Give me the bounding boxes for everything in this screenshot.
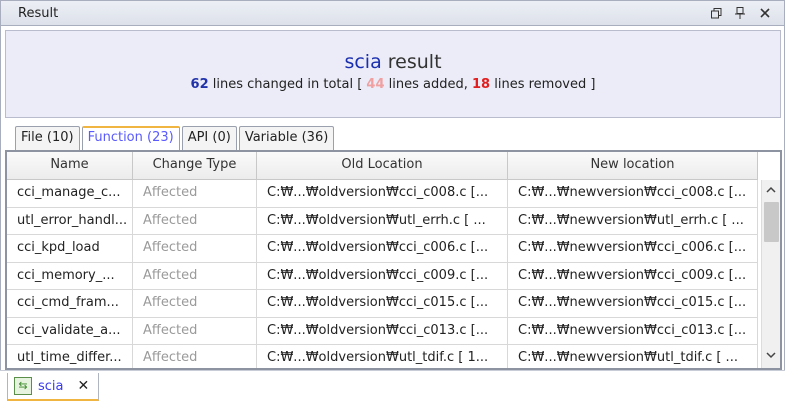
added-text: lines added, [388, 77, 468, 92]
table-header: Name Change Type Old Location New locati… [7, 152, 758, 180]
result-tabs: File (10) Function (23) API (0) Variable… [15, 126, 336, 150]
cell-new-location: C:₩...₩newversion₩cci_c015.c [... [508, 290, 758, 317]
cell-old-location: C:₩...₩oldversion₩utl_tdif.c [ 1... [257, 345, 508, 368]
tab-function[interactable]: Function (23) [81, 126, 180, 150]
cell-change-type: Affected [133, 262, 257, 290]
cell-old-location: C:₩...₩oldversion₩cci_c009.c [... [257, 262, 508, 290]
panel-title-bar: Result [0, 0, 785, 26]
table-row[interactable]: cci_validate_a... Affected C:₩...₩oldver… [7, 317, 758, 345]
cell-old-location: C:₩...₩oldversion₩cci_c006.c [... [257, 235, 508, 262]
column-header-old-location[interactable]: Old Location [257, 152, 508, 180]
cell-name: cci_cmd_fram... [7, 290, 133, 317]
table-row[interactable]: utl_time_differ... Affected C:₩...₩oldve… [7, 345, 758, 368]
tab-variable[interactable]: Variable (36) [238, 126, 335, 150]
result-panel: scia result 62 lines changed in total [ … [0, 26, 785, 370]
scroll-up-icon[interactable] [762, 182, 780, 198]
cell-new-location: C:₩...₩newversion₩cci_c013.c [... [508, 317, 758, 345]
cell-change-type: Affected [133, 345, 257, 368]
cell-old-location: C:₩...₩oldversion₩cci_c013.c [... [257, 317, 508, 345]
cell-change-type: Affected [133, 207, 257, 235]
cell-new-location: C:₩...₩newversion₩cci_c006.c [... [508, 235, 758, 262]
cell-change-type: Affected [133, 235, 257, 262]
cell-old-location: C:₩...₩oldversion₩cci_c008.c [... [257, 180, 508, 207]
cell-new-location: C:₩...₩newversion₩cci_c009.c [... [508, 262, 758, 290]
restore-icon[interactable] [707, 4, 725, 22]
removed-count: 18 [472, 77, 491, 92]
editor-tab-scia[interactable]: ⇆ scia ✕ [7, 373, 99, 401]
cell-change-type: Affected [133, 290, 257, 317]
cell-name: cci_manage_c... [7, 180, 133, 207]
column-header-new-location[interactable]: New location [508, 152, 758, 180]
cell-change-type: Affected [133, 317, 257, 345]
scrollbar-thumb[interactable] [764, 202, 779, 242]
tab-file[interactable]: File (10) [15, 126, 80, 150]
close-icon[interactable] [756, 4, 774, 22]
vertical-scrollbar[interactable] [761, 180, 780, 368]
cell-old-location: C:₩...₩oldversion₩utl_errh.c [ ... [257, 207, 508, 235]
table-row[interactable]: cci_kpd_load Affected C:₩...₩oldversion₩… [7, 235, 758, 263]
cell-new-location: C:₩...₩newversion₩utl_errh.c [ ... [508, 207, 758, 235]
project-name: scia [344, 51, 382, 73]
column-header-name[interactable]: Name [7, 152, 133, 180]
removed-text: lines removed ] [494, 77, 596, 92]
compare-icon: ⇆ [14, 377, 32, 395]
cell-new-location: C:₩...₩newversion₩utl_tdif.c [ ... [508, 345, 758, 368]
cell-name: utl_time_differ... [7, 345, 133, 368]
table-row[interactable]: cci_memory_... Affected C:₩...₩oldversio… [7, 262, 758, 290]
total-count: 62 [190, 77, 209, 92]
cell-name: utl_error_handl... [7, 207, 133, 235]
table-row[interactable]: cci_cmd_fram... Affected C:₩...₩oldversi… [7, 290, 758, 318]
total-text: lines changed in total [ [212, 77, 363, 92]
table-row[interactable]: utl_error_handl... Affected C:₩...₩oldve… [7, 207, 758, 235]
editor-tab-label: scia [38, 378, 64, 394]
editor-tab-bar: ⇆ scia ✕ [0, 370, 785, 404]
result-word: result [387, 51, 442, 73]
table-body: cci_manage_c... Affected C:₩...₩oldversi… [7, 180, 758, 368]
added-count: 44 [366, 77, 385, 92]
pin-icon[interactable] [731, 4, 749, 22]
column-header-change-type[interactable]: Change Type [133, 152, 257, 180]
cell-new-location: C:₩...₩newversion₩cci_c008.c [... [508, 180, 758, 207]
result-summary: scia result 62 lines changed in total [ … [5, 30, 781, 118]
cell-name: cci_kpd_load [7, 235, 133, 262]
summary-counts: 62 lines changed in total [ 44 lines add… [6, 77, 780, 92]
tab-api[interactable]: API (0) [181, 126, 237, 150]
close-tab-icon[interactable]: ✕ [78, 378, 90, 394]
cell-old-location: C:₩...₩oldversion₩cci_c015.c [... [257, 290, 508, 317]
cell-change-type: Affected [133, 180, 257, 207]
cell-name: cci_validate_a... [7, 317, 133, 345]
function-table: Name Change Type Old Location New locati… [5, 150, 782, 370]
table-row[interactable]: cci_manage_c... Affected C:₩...₩oldversi… [7, 180, 758, 208]
scroll-down-icon[interactable] [762, 348, 780, 364]
summary-heading: scia result [6, 51, 780, 73]
panel-title: Result [18, 6, 59, 21]
cell-name: cci_memory_... [7, 262, 133, 290]
